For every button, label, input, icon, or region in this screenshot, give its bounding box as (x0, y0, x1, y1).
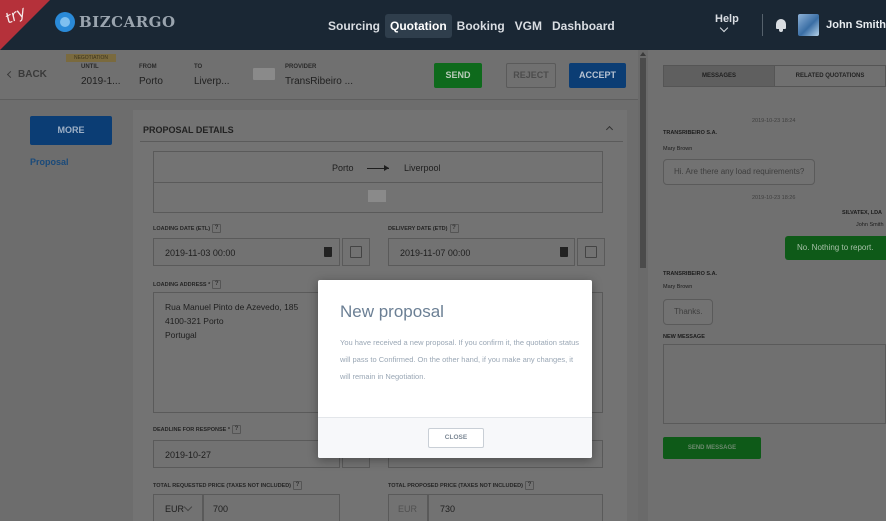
chevron-down-icon (719, 23, 729, 33)
requested-price-label: TOTAL REQUESTED PRICE (TAXES NOT INCLUDE… (153, 481, 303, 490)
address-line: Portugal (165, 330, 197, 340)
arrow-right-icon (367, 165, 389, 171)
sender-name: Mary Brown (663, 284, 693, 290)
loading-address-label: LOADING ADDRESS *? (153, 280, 222, 289)
message-bubble: Thanks. (663, 299, 714, 325)
reject-button[interactable]: REJECT (506, 63, 556, 88)
help-icon[interactable]: ? (524, 481, 534, 490)
sender-company: SILVATEX, LDA (842, 210, 883, 216)
more-button[interactable]: MORE (30, 116, 112, 145)
top-navigation-bar: try BIZCARGO Sourcing Quotation Booking … (0, 0, 886, 50)
delivery-date-label-text: DELIVERY DATE (ETD) (388, 225, 448, 232)
help-icon[interactable]: ? (449, 224, 459, 233)
sender-name: John Smith (856, 222, 884, 228)
proposed-price-value: 730 (440, 504, 456, 514)
nav-vgm[interactable]: VGM (510, 14, 547, 38)
route-origin: Porto (332, 163, 354, 173)
help-icon[interactable]: ? (232, 425, 242, 434)
help-menu[interactable]: Help (715, 13, 750, 37)
brand-name: BIZCARGO (79, 13, 176, 31)
deadline-label-text: DEADLINE FOR RESPONSE * (153, 426, 231, 433)
trash-icon[interactable] (324, 247, 332, 257)
proposed-currency: EUR (398, 504, 418, 514)
trash-icon[interactable] (560, 247, 568, 257)
nav-quotation[interactable]: Quotation (385, 14, 452, 38)
to-label: TO (194, 64, 203, 70)
provider-label: PROVIDER (285, 64, 317, 70)
help-icon[interactable]: ? (212, 224, 222, 233)
accept-button[interactable]: ACCEPT (569, 63, 626, 88)
globe-icon (55, 12, 75, 32)
calendar-icon (350, 246, 362, 258)
user-name[interactable]: John Smith (826, 19, 886, 31)
until-value: 2019-1... (81, 76, 121, 87)
proposed-price-label-text: TOTAL PROPOSED PRICE (TAXES NOT INCLUDED… (388, 482, 523, 489)
until-label: UNTIL (81, 64, 99, 70)
nav-booking[interactable]: Booking (452, 14, 510, 38)
sender-company: TRANSRIBEIRO S.A. (663, 271, 718, 277)
provider-logo (253, 68, 275, 80)
calendar-icon (585, 246, 597, 258)
help-icon[interactable]: ? (212, 280, 222, 289)
user-area: Help John Smith (715, 10, 886, 40)
tab-related-quotations[interactable]: RELATED QUOTATIONS (775, 66, 885, 86)
loading-date-value: 2019-11-03 00:00 (165, 248, 236, 258)
sender-name: Mary Brown (663, 146, 693, 152)
tab-messages[interactable]: MESSAGES (664, 66, 775, 86)
send-message-button[interactable]: SEND MESSAGE (663, 437, 761, 459)
divider (140, 141, 623, 142)
panel-title: PROPOSAL DETAILS (143, 125, 234, 135)
back-button[interactable]: BACK (6, 69, 47, 80)
new-message-textarea[interactable] (663, 344, 886, 424)
nav-sourcing[interactable]: Sourcing (323, 14, 385, 38)
deadline-label: DEADLINE FOR RESPONSE *? (153, 425, 242, 434)
help-label: Help (715, 13, 739, 25)
route-destination: Liverpool (404, 163, 441, 173)
requested-price-label-text: TOTAL REQUESTED PRICE (TAXES NOT INCLUDE… (153, 482, 292, 489)
back-label: BACK (18, 69, 47, 80)
message-bubble: Hi. Are there any load requirements? (663, 159, 816, 185)
scrollbar-thumb[interactable] (640, 58, 646, 268)
to-value: Liverp... (194, 76, 230, 87)
help-icon[interactable]: ? (293, 481, 303, 490)
app-root: try BIZCARGO Sourcing Quotation Booking … (0, 0, 886, 521)
from-label: FROM (139, 64, 157, 70)
loading-date-label-text: LOADING DATE (ETL) (153, 225, 211, 232)
scroll-up-icon[interactable] (640, 52, 646, 56)
new-message-label: NEW MESSAGE (663, 334, 705, 340)
provider-value: TransRibeiro ... (285, 76, 353, 87)
provider-logo (368, 190, 386, 202)
message-timestamp: 2019-10-23 18:26 (752, 195, 796, 201)
delivery-date-value: 2019-11-07 00:00 (400, 248, 471, 258)
new-proposal-modal: New proposal You have received a new pro… (318, 280, 592, 458)
bizcargo-logo[interactable]: BIZCARGO (55, 12, 176, 32)
sidebar-item-proposal[interactable]: Proposal (30, 157, 69, 167)
message-timestamp: 2019-10-23 18:24 (752, 118, 796, 124)
main-nav: Sourcing Quotation Booking VGM Dashboard (323, 14, 620, 38)
status-badge: NEGOTIATION (66, 54, 116, 62)
proposed-price-label: TOTAL PROPOSED PRICE (TAXES NOT INCLUDED… (388, 481, 534, 490)
requested-currency: EUR (165, 504, 185, 514)
divider (154, 182, 602, 183)
divider (761, 14, 763, 36)
modal-body: You have received a new proposal. If you… (340, 338, 580, 381)
modal-title: New proposal (340, 302, 444, 321)
from-value: Porto (139, 76, 163, 87)
address-line: Rua Manuel Pinto de Azevedo, 185 (165, 302, 299, 312)
delivery-date-label: DELIVERY DATE (ETD)? (388, 224, 459, 233)
bell-icon[interactable] (775, 18, 787, 32)
deadline-value: 2019-10-27 (165, 450, 212, 460)
loading-date-label: LOADING DATE (ETL)? (153, 224, 222, 233)
message-tabs: MESSAGES RELATED QUOTATIONS (663, 65, 886, 87)
nav-dashboard[interactable]: Dashboard (547, 14, 620, 38)
requested-price-value: 700 (213, 504, 229, 514)
message-bubble-own: No. Nothing to report. (785, 236, 886, 260)
loading-address-label-text: LOADING ADDRESS * (153, 281, 211, 288)
sender-company: TRANSRIBEIRO S.A. (663, 130, 718, 136)
send-button[interactable]: SEND (434, 63, 482, 88)
avatar[interactable] (797, 14, 820, 36)
close-button[interactable]: CLOSE (428, 428, 484, 448)
address-line: 4100-321 Porto (165, 316, 224, 326)
chevron-left-icon (6, 70, 15, 79)
